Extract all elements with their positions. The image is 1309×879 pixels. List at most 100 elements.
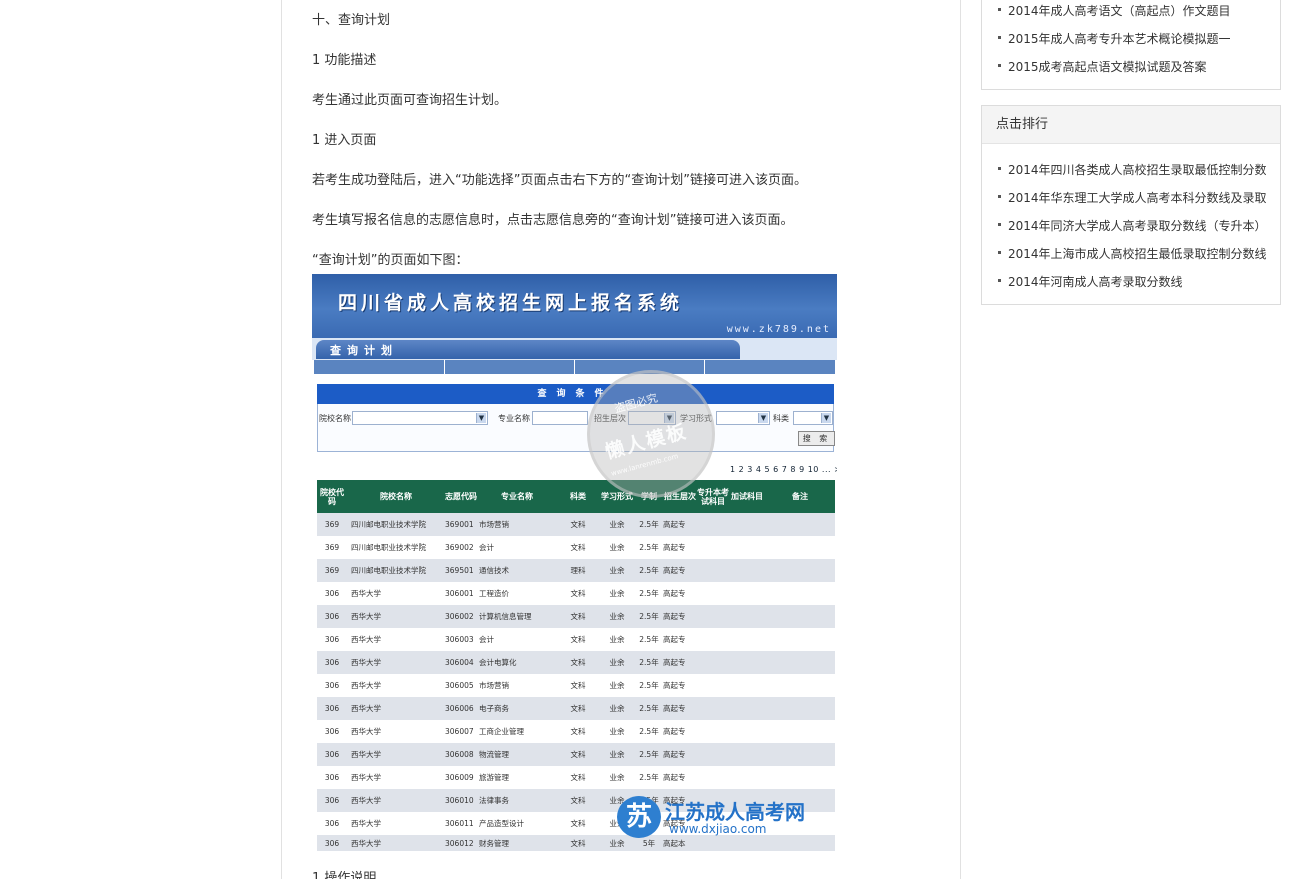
ranking-link[interactable]: 2014年河南成人高考录取分数线: [998, 273, 1266, 290]
link-text[interactable]: 2014年上海市成人高校招生最低录取控制分数线: [998, 247, 1266, 261]
table-row: 369 四川邮电职业技术学院 369501 通信技术 理科 业余 2.5年 高起专: [317, 559, 835, 582]
table-cell: 高起专: [663, 681, 686, 690]
table-cell: 电子商务: [479, 704, 509, 713]
column-header: 专升本考试科目: [697, 487, 729, 506]
table-cell: 高起专: [663, 750, 686, 759]
section-heading: 十、查询计划: [312, 13, 391, 28]
table-cell: 文科: [570, 704, 586, 713]
image-pager: 1 2 3 4 5 6 7 8 9 10 ... >>|: [730, 465, 837, 474]
table-cell: 2.5年: [639, 612, 659, 621]
study-select: ▼: [716, 411, 770, 425]
table-cell: 306: [324, 589, 340, 598]
table-cell: 306004: [445, 658, 474, 667]
link-text[interactable]: 2015成考高起点语文模拟试题及答案: [998, 60, 1207, 74]
table-cell: 会计电算化: [479, 658, 517, 667]
table-cell: 文科: [570, 681, 586, 690]
image-column-bar: [314, 360, 835, 374]
table-cell: 306: [324, 838, 340, 848]
table-cell: 2.5年: [639, 704, 659, 713]
sidebar-latest-link[interactable]: 2015年成人高考专升本艺术概论模拟题一: [998, 30, 1266, 47]
table-row: 306 西华大学 306009 旅游管理 文科 业余 2.5年 高起专: [317, 766, 835, 789]
major-label: 专业名称: [498, 414, 530, 423]
table-cell: 高起专: [663, 612, 686, 621]
logo-name: 江苏成人高考网: [665, 800, 805, 824]
chevron-down-icon: ▼: [476, 413, 486, 423]
table-cell: 306: [324, 796, 340, 805]
table-cell: 306001: [445, 589, 474, 598]
column-header: 专业名称: [501, 492, 533, 501]
table-row: 306 西华大学 306001 工程造价 文科 业余 2.5年 高起专: [317, 582, 835, 605]
table-cell: 2.5年: [639, 543, 659, 552]
search-button: 搜 索: [798, 431, 835, 446]
table-cell: 文科: [570, 612, 586, 621]
sidebar-latest-link[interactable]: 2015成考高起点语文模拟试题及答案: [998, 58, 1266, 75]
ranking-link[interactable]: 2014年同济大学成人高考录取分数线（专升本）: [998, 217, 1266, 234]
table-cell: 2.5年: [639, 750, 659, 759]
paragraph: 考生填写报名信息的志愿信息时，点击志愿信息旁的“查询计划”链接可进入该页面。: [312, 213, 794, 228]
table-cell: 306: [324, 704, 340, 713]
table-cell: 369: [324, 566, 340, 575]
table-cell: 产品造型设计: [479, 819, 524, 828]
table-cell: 2.5年: [639, 589, 659, 598]
table-cell: 会计: [479, 635, 494, 644]
ranking-title: 点击排行: [982, 106, 1280, 144]
link-text[interactable]: 2014年华东理工大学成人高考本科分数线及录取线: [998, 191, 1266, 205]
table-cell: 2.5年: [639, 727, 659, 736]
sidebar-latest-box: 2014年成人高考语文（高起点）作文题目 2015年成人高考专升本艺术概论模拟题…: [981, 0, 1281, 90]
column-header: 院校名称: [380, 492, 412, 501]
table-cell: 高起专: [663, 773, 686, 782]
link-text[interactable]: 2015年成人高考专升本艺术概论模拟题一: [998, 32, 1231, 46]
table-cell: 306007: [445, 727, 474, 736]
table-cell: 306: [324, 681, 340, 690]
table-cell: 文科: [570, 727, 586, 736]
table-cell: 306: [324, 727, 340, 736]
table-cell: 工程造价: [479, 589, 509, 598]
table-cell: 306: [324, 819, 340, 828]
table-cell: 306011: [445, 819, 474, 828]
link-text[interactable]: 2014年成人高考语文（高起点）作文题目: [998, 4, 1231, 18]
ranking-link[interactable]: 2014年四川各类成人高校招生录取最低控制分数线: [998, 161, 1266, 178]
table-cell: 2.5年: [639, 773, 659, 782]
link-text[interactable]: 2014年同济大学成人高考录取分数线（专升本）: [998, 219, 1266, 233]
paragraph: 1 功能描述: [312, 53, 377, 68]
image-banner-url: www.zk789.net: [726, 324, 831, 335]
table-cell: 306006: [445, 704, 474, 713]
table-cell: 2.5年: [639, 520, 659, 529]
table-row: 306 西华大学 306008 物流管理 文科 业余 2.5年 高起专: [317, 743, 835, 766]
table-cell: 业余: [609, 635, 625, 644]
column-header: 志愿代码: [445, 492, 477, 501]
table-cell: 文科: [570, 543, 586, 552]
table-cell: 西华大学: [351, 635, 381, 644]
table-cell: 文科: [570, 773, 586, 782]
table-row: 369 四川邮电职业技术学院 369001 市场营销 文科 业余 2.5年 高起专: [317, 513, 835, 536]
table-cell: 业余: [609, 589, 625, 598]
table-cell: 文科: [570, 750, 586, 759]
link-text[interactable]: 2014年河南成人高考录取分数线: [998, 275, 1183, 289]
table-cell: 369002: [445, 543, 474, 552]
table-cell: 业余: [609, 704, 625, 713]
table-cell: 369: [324, 543, 340, 552]
table-cell: 文科: [570, 819, 586, 828]
table-cell: 工商企业管理: [479, 727, 524, 736]
table-cell: 四川邮电职业技术学院: [351, 520, 426, 529]
table-cell: 市场营销: [479, 520, 509, 529]
ranking-link[interactable]: 2014年华东理工大学成人高考本科分数线及录取线: [998, 189, 1266, 206]
table-cell: 西华大学: [351, 658, 381, 667]
table-cell: 业余: [609, 658, 625, 667]
table-cell: 高起专: [663, 658, 686, 667]
table-cell: 文科: [570, 796, 586, 805]
table-cell: 2.5年: [639, 658, 659, 667]
link-text[interactable]: 2014年四川各类成人高校招生录取最低控制分数线: [998, 163, 1266, 177]
column-header: 备注: [792, 492, 808, 501]
table-cell: 财务管理: [479, 838, 509, 848]
chevron-down-icon: ▼: [758, 413, 768, 423]
paragraph: 考生通过此页面可查询招生计划。: [312, 93, 508, 108]
table-cell: 306: [324, 658, 340, 667]
subject-select: ▼: [793, 411, 833, 425]
chevron-down-icon: ▼: [821, 413, 831, 423]
sidebar-latest-link[interactable]: 2014年成人高考语文（高起点）作文题目: [998, 2, 1266, 19]
ranking-link[interactable]: 2014年上海市成人高校招生最低录取控制分数线: [998, 245, 1266, 262]
table-row: 306 西华大学 306002 计算机信息管理 文科 业余 2.5年 高起专: [317, 605, 835, 628]
table-cell: 西华大学: [351, 773, 381, 782]
table-row: 306 西华大学 306007 工商企业管理 文科 业余 2.5年 高起专: [317, 720, 835, 743]
